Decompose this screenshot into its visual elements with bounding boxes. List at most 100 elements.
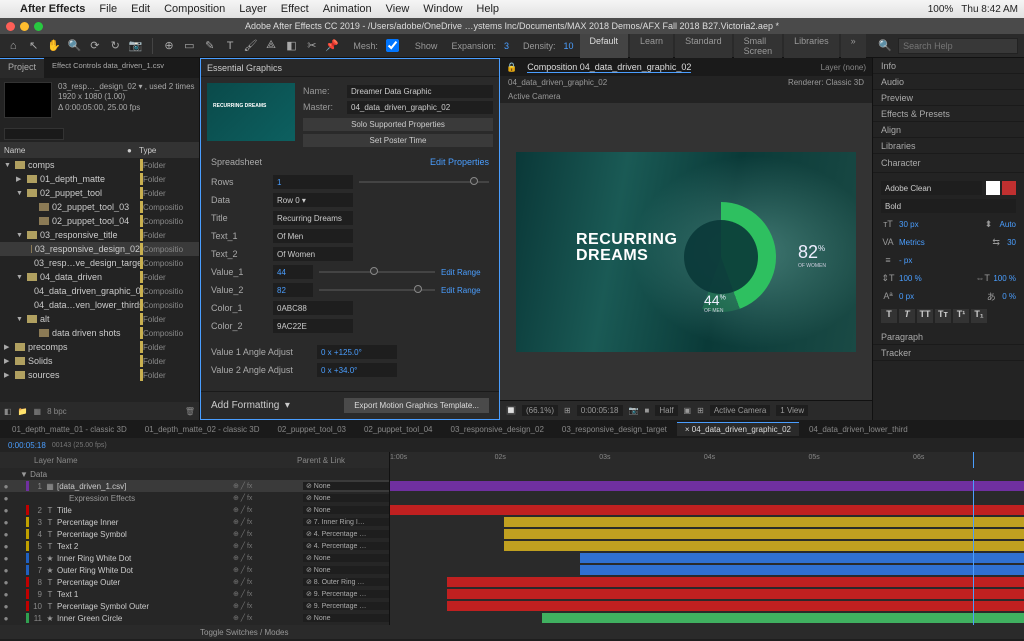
viewer-comp-breadcrumb[interactable]: 04_data_driven_graphic_02 <box>508 78 607 88</box>
eg-rows-slider[interactable] <box>359 181 489 183</box>
project-item[interactable]: ▶sourcesFolder <box>0 368 199 382</box>
col-type[interactable]: Type <box>139 146 195 155</box>
workspace-learn[interactable]: Learn <box>630 33 673 59</box>
timeline-tab[interactable]: × 04_data_driven_graphic_02 <box>677 422 799 436</box>
eg-data-select[interactable]: Row 0 ▾ <box>273 193 353 207</box>
project-item[interactable]: 03_resp…ve_design_targetCompositio <box>0 256 199 270</box>
timeline-layer[interactable]: ●11★Inner Green Circle⊕ ╱ fx⊘ None <box>0 612 1024 624</box>
menu-layer[interactable]: Layer <box>239 3 267 15</box>
eg-poster-button[interactable]: Set Poster Time <box>303 134 493 147</box>
font-family-select[interactable]: Adobe Clean <box>881 181 982 195</box>
smallcaps-button[interactable]: Tᴛ <box>935 309 951 323</box>
menu-help[interactable]: Help <box>476 3 499 15</box>
lock-icon[interactable]: 🔒 <box>506 62 517 73</box>
subscript-button[interactable]: T₁ <box>971 309 987 323</box>
project-item[interactable]: 03_responsive_design_02Compositio <box>0 242 199 256</box>
stroke-color-swatch[interactable] <box>1002 181 1016 195</box>
leading-input[interactable]: Auto <box>1000 220 1016 229</box>
panel-libraries[interactable]: Libraries <box>873 138 1024 154</box>
panel-effects-presets[interactable]: Effects & Presets <box>873 106 1024 122</box>
rotate-tool-icon[interactable]: ↻ <box>108 38 122 54</box>
tab-project[interactable]: Project <box>0 58 44 78</box>
density-value[interactable]: 10 <box>564 41 574 51</box>
eraser-tool-icon[interactable]: ◧ <box>284 38 298 54</box>
panel-paragraph[interactable]: Paragraph <box>873 329 1024 345</box>
menu-file[interactable]: File <box>99 3 117 15</box>
project-item[interactable]: ▼02_puppet_toolFolder <box>0 186 199 200</box>
timeline-layer[interactable]: ●7★Outer Ring White Dot⊕ ╱ fx⊘ None <box>0 564 1024 576</box>
brush-tool-icon[interactable]: 🖌 <box>243 38 257 54</box>
viewer-canvas[interactable]: RECURRINGDREAMS 82%OF WOMEN 44%OF MEN <box>500 103 872 400</box>
project-item[interactable]: data driven shotsCompositio <box>0 326 199 340</box>
trash-icon[interactable]: 🗑 <box>185 407 195 416</box>
renderer-value[interactable]: Classic 3D <box>826 78 864 87</box>
menu-view[interactable]: View <box>386 3 410 15</box>
project-item[interactable]: ▼compsFolder <box>0 158 199 172</box>
magnification-icon[interactable]: 🔲 <box>506 406 516 415</box>
stroke-width-input[interactable]: - px <box>899 256 912 265</box>
viewer-comp-tab[interactable]: Composition 04_data_driven_graphic_02 <box>527 62 691 73</box>
eg-export-template-button[interactable]: Export Motion Graphics Template... <box>344 398 489 413</box>
faux-italic-button[interactable]: T <box>899 309 915 323</box>
eg-color2-input[interactable]: 9AC22E <box>273 319 353 333</box>
app-menu[interactable]: After Effects <box>20 3 85 15</box>
eg-value1-slider[interactable] <box>319 271 435 273</box>
project-search-input[interactable] <box>4 128 64 140</box>
new-comp-icon[interactable]: ▦ <box>34 407 42 416</box>
faux-bold-button[interactable]: T <box>881 309 897 323</box>
baseline-input[interactable]: 0 px <box>899 292 914 301</box>
region-icon[interactable]: ▣ <box>684 406 692 415</box>
timeline-tab[interactable]: 03_responsive_design_02 <box>443 423 552 436</box>
panel-info[interactable]: Info <box>873 58 1024 74</box>
grid-icon[interactable]: ⊞ <box>697 406 704 415</box>
menu-animation[interactable]: Animation <box>323 3 372 15</box>
pen-tool-icon[interactable]: ✎ <box>203 38 217 54</box>
eg-master-select[interactable]: 04_data_driven_graphic_02 <box>347 101 493 114</box>
maximize-icon[interactable] <box>34 22 43 31</box>
project-item[interactable]: ▼04_data_drivenFolder <box>0 270 199 284</box>
eg-value2-edit-range[interactable]: Edit Range <box>441 286 489 295</box>
tsume-input[interactable]: 0 % <box>1002 292 1016 301</box>
kerning-select[interactable]: Metrics <box>899 238 925 247</box>
eg-angle2-input[interactable]: 0 x +34.0° <box>317 363 397 377</box>
parent-link-header[interactable]: Parent & Link <box>297 456 383 465</box>
timeline-tab[interactable]: 04_data_driven_lower_third <box>801 423 916 436</box>
panel-align[interactable]: Align <box>873 122 1024 138</box>
project-item[interactable]: ▶SolidsFolder <box>0 354 199 368</box>
eg-poster-thumbnail[interactable] <box>207 83 295 141</box>
timeline-layers[interactable]: ▼ Data●1▦[data_driven_1.csv]⊕ ╱ fx⊘ None… <box>0 468 1024 625</box>
workspace-default[interactable]: Default <box>580 33 629 59</box>
timeline-layer[interactable]: ●5TText 2⊕ ╱ fx⊘ 4. Percentage … <box>0 540 1024 552</box>
timeline-layer[interactable]: ●Expression Effects⊕ ╱ fx⊘ None <box>0 492 1024 504</box>
panel-tracker[interactable]: Tracker <box>873 345 1024 361</box>
vscale-input[interactable]: 100 % <box>899 274 922 283</box>
eg-text2-input[interactable]: Of Women <box>273 247 353 261</box>
timeline-tab[interactable]: 02_puppet_tool_03 <box>269 423 354 436</box>
resolution-dropdown[interactable]: Half <box>655 405 677 416</box>
workspace-standard[interactable]: Standard <box>675 33 732 59</box>
roto-tool-icon[interactable]: ✂ <box>305 38 319 54</box>
eg-text1-input[interactable]: Of Men <box>273 229 353 243</box>
new-folder-icon[interactable]: 📁 <box>18 407 28 416</box>
hscale-input[interactable]: 100 % <box>993 274 1016 283</box>
panel-preview[interactable]: Preview <box>873 90 1024 106</box>
selection-tool-icon[interactable]: ↖ <box>26 38 40 54</box>
eg-add-formatting-select[interactable]: Add Formatting ▾ <box>211 400 290 411</box>
eg-solo-button[interactable]: Solo Supported Properties <box>303 118 493 131</box>
project-item[interactable]: 02_puppet_tool_04Compositio <box>0 214 199 228</box>
timeline-layer[interactable]: ●6★Inner Ring White Dot⊕ ╱ fx⊘ None <box>0 552 1024 564</box>
orbit-tool-icon[interactable]: ⟳ <box>88 38 102 54</box>
tab-effect-controls[interactable]: Effect Controls data_driven_1.csv <box>44 58 172 78</box>
project-item[interactable]: ▼altFolder <box>0 312 199 326</box>
allcaps-button[interactable]: TT <box>917 309 933 323</box>
project-item[interactable]: 04_data_driven_graphic_02Compositio <box>0 284 199 298</box>
project-item[interactable]: 02_puppet_tool_03Compositio <box>0 200 199 214</box>
puppet-tool-icon[interactable]: 📌 <box>325 38 339 54</box>
project-item[interactable]: ▶precompsFolder <box>0 340 199 354</box>
channel-icon[interactable]: ■ <box>644 406 649 415</box>
project-item[interactable]: 04_data…ven_lower_thirdsCompositio <box>0 298 199 312</box>
eg-edit-properties-link[interactable]: Edit Properties <box>430 157 489 167</box>
bpc-label[interactable]: 8 bpc <box>47 407 67 416</box>
camera-dropdown[interactable]: Active Camera <box>710 405 770 416</box>
col-name[interactable]: Name <box>4 146 127 155</box>
